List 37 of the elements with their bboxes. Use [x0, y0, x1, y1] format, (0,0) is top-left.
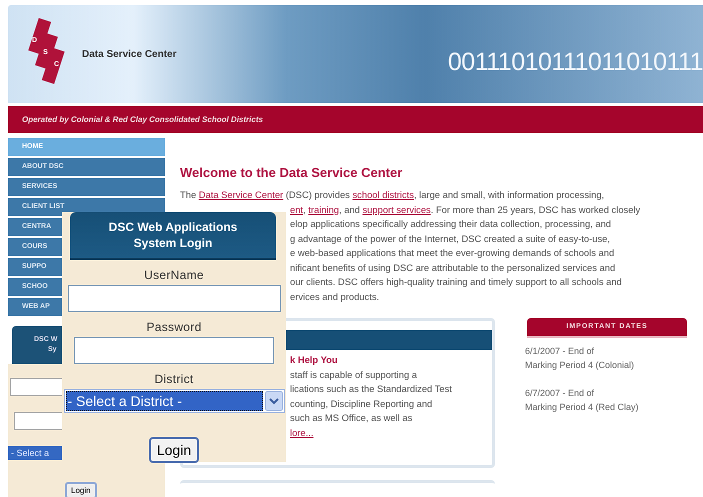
tagline: Operated by Colonial & Red Clay Consolidated School Districts [22, 115, 263, 124]
login-button[interactable]: Login [148, 437, 200, 463]
binary-graphic-text: 00111010111011010111 [448, 48, 703, 76]
password-field[interactable] [74, 337, 274, 364]
login-button[interactable]: Login [65, 482, 97, 497]
text-link[interactable]: support services [362, 204, 431, 214]
card-heading: k Help You [290, 353, 339, 367]
card-text-line: staff is capable of supporting a [290, 368, 418, 382]
username-field[interactable] [68, 285, 280, 312]
dialog-title: DSC Web Applications [108, 219, 238, 235]
paragraph-line: ent, training, and support services. For more than 25 years, DSC has worked closely [290, 202, 642, 217]
paragraph-line: The Data Service Center (DSC) provides school districts, large and small, with information processing, [180, 188, 606, 202]
field-label: District [154, 372, 194, 386]
text-link[interactable]: training [308, 204, 340, 214]
paragraph-line: elop applications specifically addressing their data collection, processing, and [290, 217, 612, 231]
site-name[interactable]: Data Service Center [82, 48, 176, 60]
text-link[interactable]: school districts [352, 189, 414, 200]
date-detail: Marking Period 4 (Red Clay) [525, 401, 640, 414]
card-text-line: such as MS Office, as well as [290, 411, 414, 425]
paragraph-line: our clients. DSC offers high-quality training and timely support to all schools and [290, 275, 623, 289]
date-text: 6/1/2007 - End of [525, 345, 596, 358]
field-label: Password [146, 320, 202, 334]
paragraph-line: g advantage of the power of the Internet, DSC created a suite of easy-to-use, [290, 232, 611, 246]
text-link[interactable]: Data Service Center [198, 189, 284, 200]
dialog-title: System Login [134, 235, 212, 251]
card-text-line: lications such as the Standardized Test [290, 382, 453, 396]
more-link[interactable]: lore... [290, 426, 492, 440]
paragraph-line: ervices and products. [290, 290, 380, 304]
date-detail: Marking Period 4 (Colonial) [525, 359, 636, 372]
paragraph-line: e web-based applications that meet the ever-growing demands of schools and [290, 246, 616, 260]
card-text-line: counting, Discipline Reporting and [290, 396, 434, 411]
paragraph-line: nificant benefits of using DSC are attributable to the personalized services and [290, 260, 616, 275]
field-label: UserName [144, 268, 204, 282]
welcome-heading: Welcome to the Data Service Center [180, 165, 404, 180]
date-text: 6/7/2007 - End of [525, 387, 596, 400]
text-link[interactable]: ent [290, 204, 304, 214]
district-select[interactable]: - Select a District - [64, 389, 284, 413]
